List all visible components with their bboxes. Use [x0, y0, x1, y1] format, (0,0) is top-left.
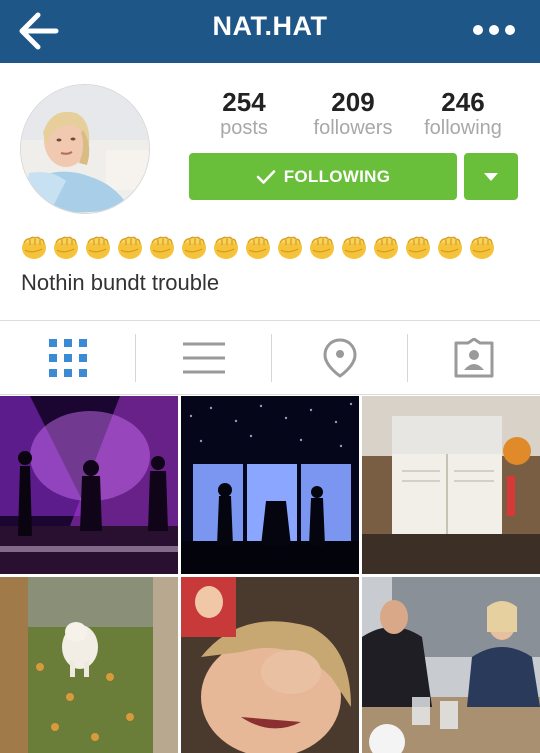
fist-emoji-icon [181, 236, 207, 260]
posts-count[interactable]: 254 posts [189, 88, 299, 140]
photo-desk-notebook[interactable] [362, 396, 540, 574]
fist-emoji-icon [309, 236, 335, 260]
tab-photo-map[interactable] [272, 322, 407, 394]
photo-concert-silhouettes[interactable] [181, 396, 359, 574]
fist-emoji-icon [213, 236, 239, 260]
tab-tagged-photos[interactable] [408, 322, 540, 394]
caret-down-icon [484, 172, 498, 181]
tab-grid-view[interactable] [0, 322, 135, 394]
followers-count[interactable]: 209 followers [298, 88, 408, 140]
photo-concert-stage-purple[interactable] [0, 396, 178, 574]
checkmark-icon [256, 169, 276, 184]
suggested-users-dropdown-button[interactable] [464, 153, 518, 200]
tabs-top-divider [0, 320, 540, 321]
fist-emoji-icon [341, 236, 367, 260]
back-button[interactable] [16, 10, 60, 52]
arrow-left-icon [19, 12, 59, 50]
posts-count-value: 254 [222, 87, 266, 117]
posts-count-label: posts [220, 117, 268, 139]
more-options-button[interactable] [470, 18, 518, 42]
following-count[interactable]: 246 following [408, 88, 518, 140]
bio-emoji-row [20, 233, 496, 263]
tabs-bottom-divider [0, 394, 540, 395]
profile-avatar[interactable] [20, 84, 150, 214]
followers-count-value: 209 [331, 87, 375, 117]
fist-emoji-icon [245, 236, 271, 260]
fist-emoji-icon [277, 236, 303, 260]
tagged-photos-icon [454, 338, 494, 378]
grid-icon [48, 339, 87, 377]
fist-emoji-icon [117, 236, 143, 260]
fist-emoji-icon [53, 236, 79, 260]
fist-emoji-icon [21, 236, 47, 260]
tab-list-view[interactable] [136, 322, 271, 394]
following-button-label: FOLLOWING [283, 166, 391, 186]
following-count-label: following [424, 117, 502, 139]
location-pin-icon [322, 338, 357, 378]
following-button[interactable]: FOLLOWING [189, 153, 457, 200]
top-navigation-bar: NAT.HAT [0, 0, 540, 63]
fist-emoji-icon [85, 236, 111, 260]
photo-restaurant-table[interactable] [362, 577, 540, 753]
bio-text: Nothin bundt trouble [21, 270, 220, 295]
list-icon [182, 342, 225, 374]
photo-dog-in-leaves[interactable] [0, 577, 178, 753]
followers-count-label: followers [313, 117, 393, 139]
fist-emoji-icon [373, 236, 399, 260]
fist-emoji-icon [149, 236, 175, 260]
fist-emoji-icon [469, 236, 495, 260]
fist-emoji-icon [405, 236, 431, 260]
following-count-value: 246 [441, 87, 485, 117]
fist-emoji-icon [437, 236, 463, 260]
profile-username-title: NAT.HAT [212, 11, 328, 41]
more-dots-icon [473, 25, 515, 35]
photo-laughing-girl[interactable] [181, 577, 359, 753]
